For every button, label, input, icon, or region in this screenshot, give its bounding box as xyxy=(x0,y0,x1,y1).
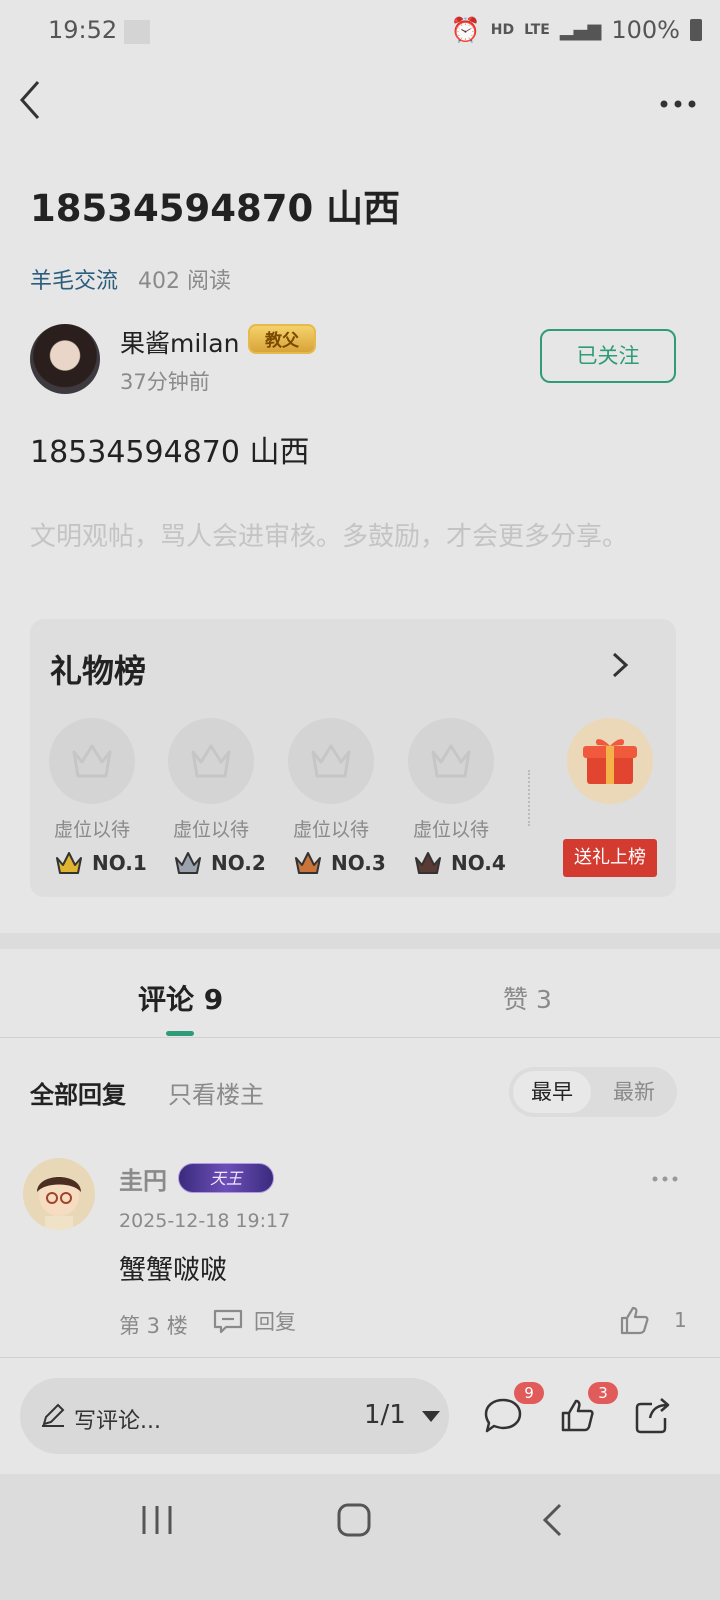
gift-slot-label: 虚位以待 xyxy=(412,819,489,841)
commenter-avatar[interactable] xyxy=(23,1158,95,1230)
read-count: 402 阅读 xyxy=(138,269,232,294)
gift-slot-label: 虚位以待 xyxy=(53,819,130,841)
more-options-button[interactable] xyxy=(646,82,696,118)
gift-slot-rank: NO.3 xyxy=(293,850,386,876)
gift-slot-circle[interactable] xyxy=(49,718,135,804)
comment-like-count: 1 xyxy=(674,1308,687,1332)
crown-icon xyxy=(175,852,201,874)
chevron-right-icon xyxy=(612,652,629,678)
caret-down-icon xyxy=(422,1411,441,1422)
recent-apps-icon[interactable] xyxy=(140,1504,174,1536)
commenter-name[interactable]: 圭円 xyxy=(119,1161,167,1196)
cartoon-avatar-icon xyxy=(37,1176,81,1230)
tab-comments[interactable]: 评论 9 xyxy=(138,978,223,1018)
author-name[interactable]: 果酱milan xyxy=(120,324,239,360)
active-tab-indicator xyxy=(166,1031,194,1036)
filter-all-replies[interactable]: 全部回复 xyxy=(30,1075,126,1110)
section-separator xyxy=(0,933,720,949)
gift-slot-circle[interactable] xyxy=(408,718,494,804)
gift-slot-circle[interactable] xyxy=(288,718,374,804)
reply-bubble-icon xyxy=(213,1309,243,1334)
post-category-link[interactable]: 羊毛交流 xyxy=(30,263,118,295)
crown-outline-icon xyxy=(191,744,231,778)
tab-divider xyxy=(0,1037,720,1038)
crown-outline-icon xyxy=(311,744,351,778)
comment-reply-button[interactable]: 回复 xyxy=(212,1306,296,1336)
comment-floor: 第 3 楼 xyxy=(119,1314,188,1338)
battery-icon xyxy=(690,19,702,41)
system-navigation-bar xyxy=(0,1474,720,1600)
follow-button[interactable]: 已关注 xyxy=(540,329,676,383)
lte-indicator: LTE xyxy=(524,22,550,38)
filter-owner-only[interactable]: 只看楼主 xyxy=(168,1075,264,1110)
post-title: 18534594870 山西 xyxy=(30,187,401,230)
notification-icon xyxy=(124,20,150,44)
thumbs-up-icon xyxy=(620,1306,649,1335)
like-count-badge: 3 xyxy=(588,1382,618,1404)
civility-notice: 文明观帖，骂人会进审核。多鼓励，才会更多分享。 xyxy=(30,522,629,552)
crown-icon xyxy=(56,852,82,874)
crown-outline-icon xyxy=(431,744,471,778)
share-icon xyxy=(635,1398,670,1434)
comment-more-button[interactable] xyxy=(652,1164,678,1189)
author-avatar[interactable] xyxy=(30,324,100,394)
thumbs-up-icon xyxy=(561,1399,594,1432)
page-indicator: 1/1 xyxy=(364,1400,406,1430)
share-button[interactable] xyxy=(632,1396,678,1442)
crown-outline-icon xyxy=(72,744,112,778)
gift-slot-circle[interactable] xyxy=(168,718,254,804)
gift-box-button[interactable] xyxy=(567,718,653,804)
battery-percent: 100% xyxy=(611,16,680,44)
back-button[interactable] xyxy=(18,78,58,122)
gift-slot-label: 虚位以待 xyxy=(292,819,369,841)
alarm-icon: ⏰ xyxy=(450,16,481,44)
gift-slot-rank: NO.2 xyxy=(173,850,266,876)
page-selector[interactable]: 1/1 xyxy=(364,1400,441,1430)
tab-likes[interactable]: 赞 3 xyxy=(503,980,552,1016)
signal-icon: ▂▄▆ xyxy=(559,19,602,41)
gift-rank-label: NO.2 xyxy=(211,851,266,875)
home-icon[interactable] xyxy=(336,1502,372,1538)
post-content: 18534594870 山西 xyxy=(30,435,310,470)
gift-box-icon xyxy=(583,739,637,784)
reply-label: 回复 xyxy=(254,1310,296,1334)
status-bar: 19:52 ⏰ HD LTE ▂▄▆ 100% xyxy=(0,0,720,64)
gift-divider xyxy=(528,770,530,826)
post-meta: 羊毛交流 402 阅读 xyxy=(30,263,231,295)
send-gift-button[interactable]: 送礼上榜 xyxy=(563,839,657,877)
post-time: 37分钟前 xyxy=(120,370,210,394)
pencil-icon xyxy=(42,1403,65,1427)
hd-indicator: HD xyxy=(490,22,515,38)
gift-rank-label: NO.3 xyxy=(331,851,386,875)
status-time: 19:52 xyxy=(48,16,118,44)
comment-date: 2025-12-18 19:17 xyxy=(119,1210,291,1232)
sort-newest-button[interactable]: 最新 xyxy=(598,1071,670,1113)
commenter-rank-badge: 天王 xyxy=(178,1163,274,1193)
gift-slot-label: 虚位以待 xyxy=(172,819,249,841)
comment-text: 蟹蟹啵啵 xyxy=(119,1255,227,1286)
crown-icon xyxy=(295,852,321,874)
comment-count-badge: 9 xyxy=(514,1382,544,1404)
write-comment-placeholder: 写评论... xyxy=(74,1409,161,1434)
gift-slot-rank: NO.1 xyxy=(54,850,147,876)
more-dots-icon xyxy=(660,100,696,108)
system-back-icon[interactable] xyxy=(540,1502,564,1538)
status-icons: ⏰ HD LTE ▂▄▆ 100% xyxy=(451,16,702,44)
crown-icon xyxy=(415,852,441,874)
gift-board-title: 礼物榜 xyxy=(50,652,147,690)
author-rank-badge: 教父 xyxy=(248,324,316,354)
gift-board-more-button[interactable] xyxy=(608,648,632,682)
gift-slot-rank: NO.4 xyxy=(413,850,506,876)
gift-rank-label: NO.4 xyxy=(451,851,506,875)
comment-like-button[interactable]: 1 xyxy=(618,1304,687,1336)
sort-earliest-button[interactable]: 最早 xyxy=(513,1071,591,1113)
back-arrow-icon xyxy=(19,81,40,119)
gift-rank-label: NO.1 xyxy=(92,851,147,875)
more-dots-icon xyxy=(652,1176,678,1182)
